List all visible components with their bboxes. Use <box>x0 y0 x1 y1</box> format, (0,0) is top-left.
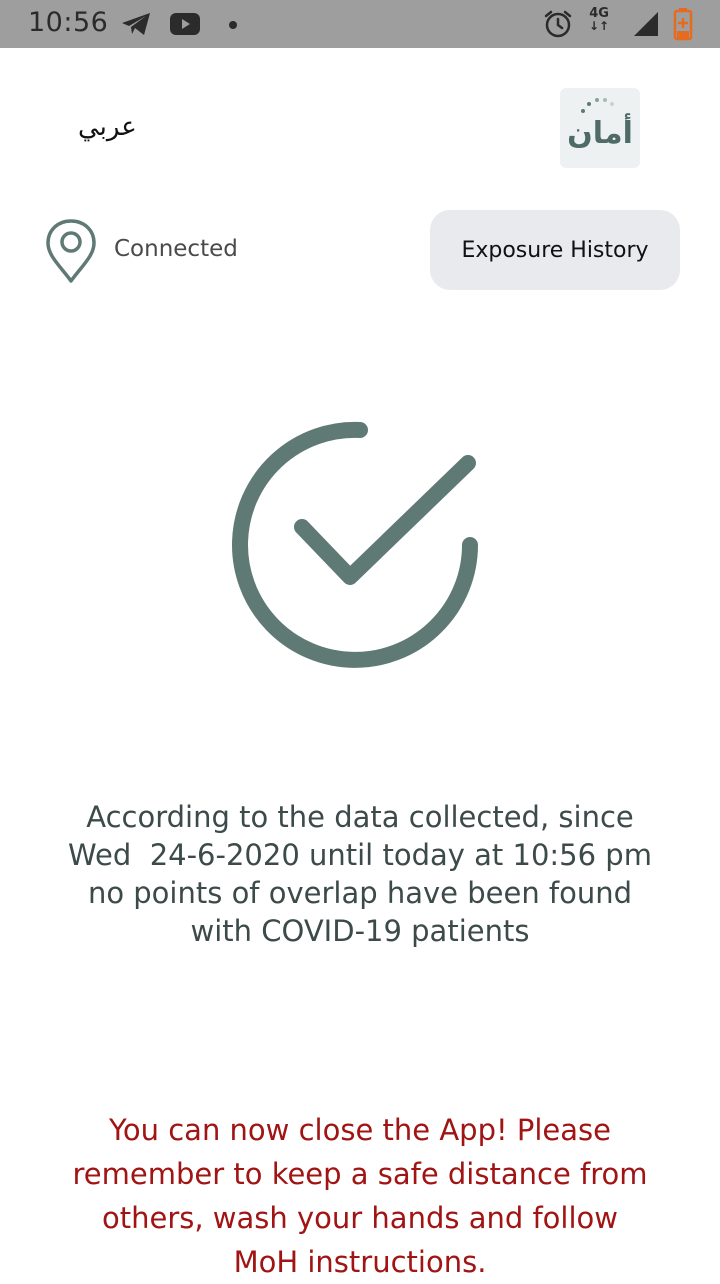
checkmark-circle-icon <box>232 421 478 668</box>
notification-dot-icon <box>229 21 237 29</box>
result-line-3: no points of overlap have been found <box>87 876 633 910</box>
advice-line-4: MoH instructions. <box>233 1245 487 1279</box>
location-pin-icon <box>46 219 96 283</box>
youtube-icon <box>170 13 200 35</box>
signal-icon <box>634 12 658 36</box>
status-bar: 10:56 4G ↓↑ <box>0 0 720 48</box>
language-toggle-link[interactable]: عربي <box>78 112 137 142</box>
data-arrows-icon: ↓↑ <box>589 19 610 33</box>
result-line-1: According to the data collected, since <box>86 800 634 834</box>
result-line-2: Wed 24-6-2020 until today at 10:56 pm <box>68 838 652 872</box>
result-line-4: with COVID-19 patients <box>190 914 530 948</box>
network-4g-icon: 4G ↓↑ <box>589 7 609 33</box>
exposure-history-button[interactable]: Exposure History <box>430 210 680 290</box>
alarm-icon <box>544 10 572 38</box>
app-logo: أمان <box>560 88 640 168</box>
logo-wordmark: أمان <box>567 116 633 151</box>
battery-icon <box>673 8 693 41</box>
connection-status-label: Connected <box>114 236 238 262</box>
exposure-result-message: According to the data collected, since W… <box>40 798 680 950</box>
telegram-icon <box>122 13 150 35</box>
safety-advice-message: You can now close the App! Please rememb… <box>40 1108 680 1284</box>
advice-line-2: remember to keep a safe distance from <box>72 1157 648 1191</box>
advice-line-1: You can now close the App! Please <box>109 1113 611 1147</box>
advice-line-3: others, wash your hands and follow <box>102 1201 618 1235</box>
status-time: 10:56 <box>28 7 109 38</box>
